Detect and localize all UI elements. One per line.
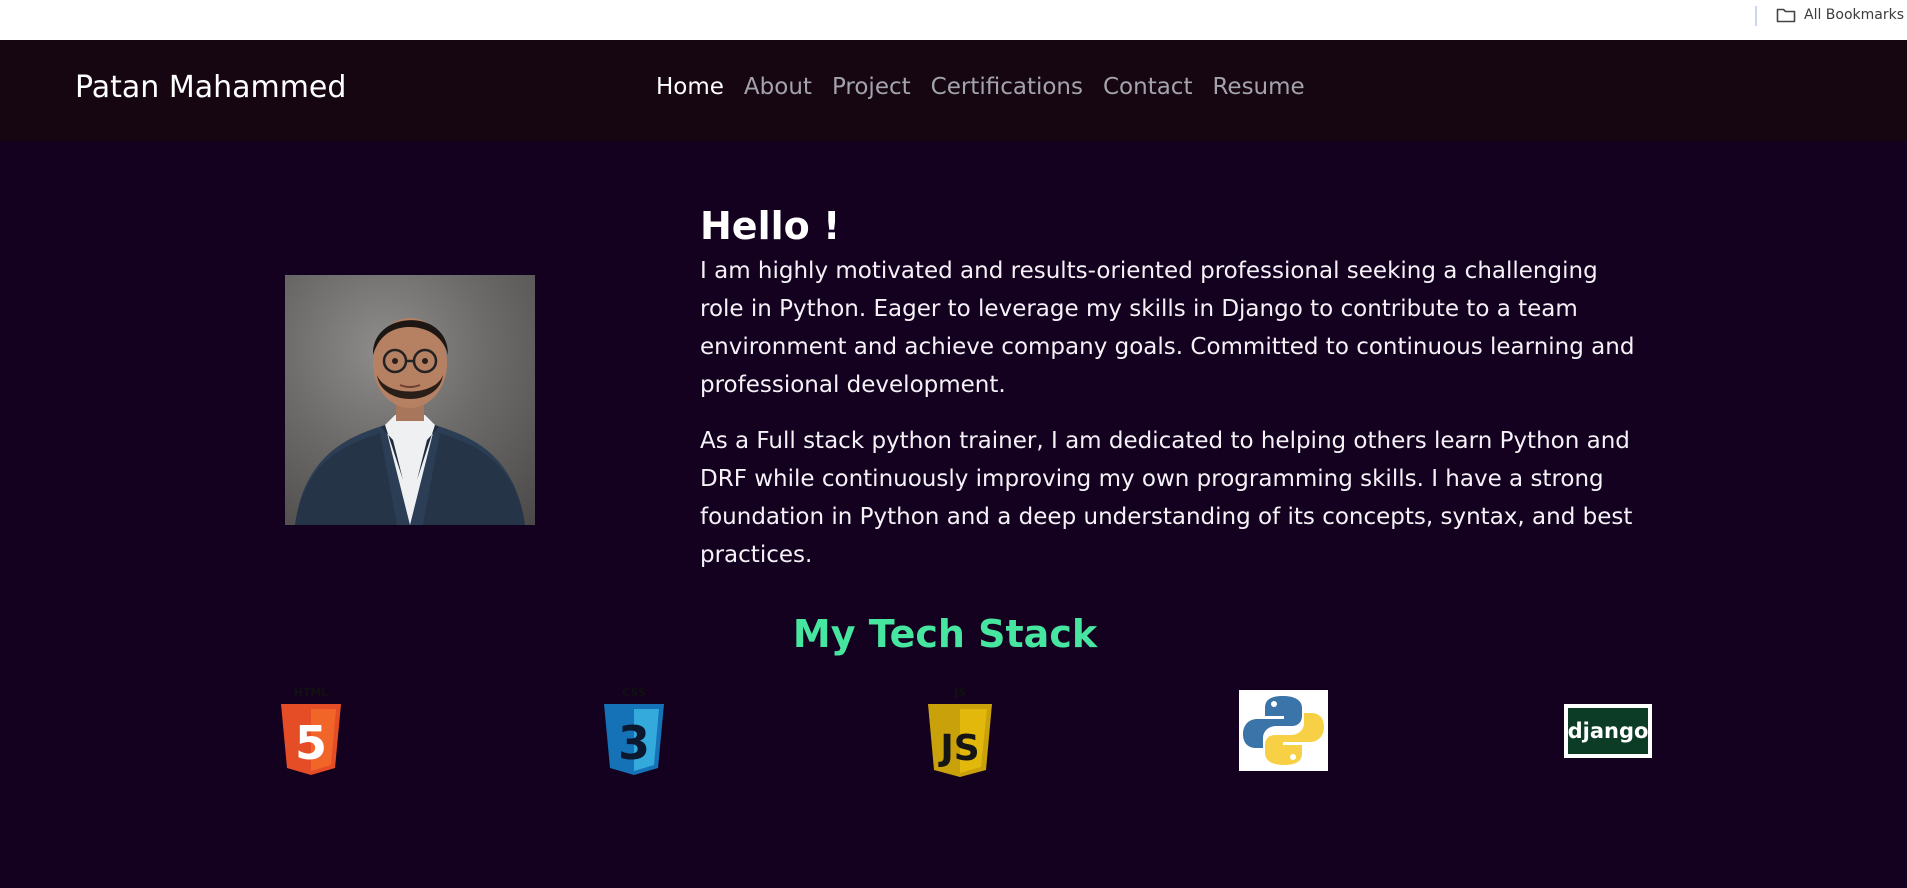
nav-link-home[interactable]: Home	[656, 74, 724, 100]
brand-name[interactable]: Patan Mahammed	[75, 70, 346, 105]
css3-logo-text: CSS	[622, 686, 646, 699]
navbar: Patan Mahammed Home About Project Certif…	[0, 40, 1907, 141]
all-bookmarks-label: All Bookmarks	[1804, 7, 1905, 23]
python-logo	[1239, 690, 1328, 775]
bookmarks-separator	[1755, 6, 1757, 26]
nav-link-certifications[interactable]: Certifications	[931, 74, 1083, 100]
javascript-logo: JS JS	[925, 686, 995, 782]
tech-stack-title: My Tech Stack	[792, 612, 1098, 656]
hero-section: Hello ! I am highly motivated and result…	[700, 200, 1645, 592]
django-logo: django	[1564, 704, 1652, 762]
django-logo-text: django	[1568, 719, 1649, 743]
hero-paragraph-2: As a Full stack python trainer, I am ded…	[700, 428, 1633, 568]
bookmarks-bar: All Bookmarks	[0, 0, 1907, 40]
profile-photo	[285, 275, 535, 525]
css3-logo: CSS 3	[601, 686, 667, 780]
folder-icon	[1776, 7, 1796, 23]
html5-logo-text: HTML	[294, 686, 329, 699]
nav-link-about[interactable]: About	[744, 74, 812, 100]
hero-paragraph-1: I am highly motivated and results-orient…	[700, 258, 1635, 398]
nav-link-project[interactable]: Project	[832, 74, 911, 100]
javascript-logo-text: JS	[953, 686, 966, 699]
hero-title: Hello !	[700, 204, 841, 248]
javascript-logo-badge: JS	[937, 728, 979, 769]
nav-link-resume[interactable]: Resume	[1212, 74, 1304, 100]
nav-links: Home About Project Certifications Contac…	[656, 74, 1305, 100]
css3-logo-badge: 3	[618, 716, 650, 770]
all-bookmarks-button[interactable]: All Bookmarks	[1776, 4, 1904, 26]
nav-link-contact[interactable]: Contact	[1103, 74, 1192, 100]
html5-logo-badge: 5	[295, 716, 327, 770]
html5-logo: HTML 5	[278, 686, 344, 780]
